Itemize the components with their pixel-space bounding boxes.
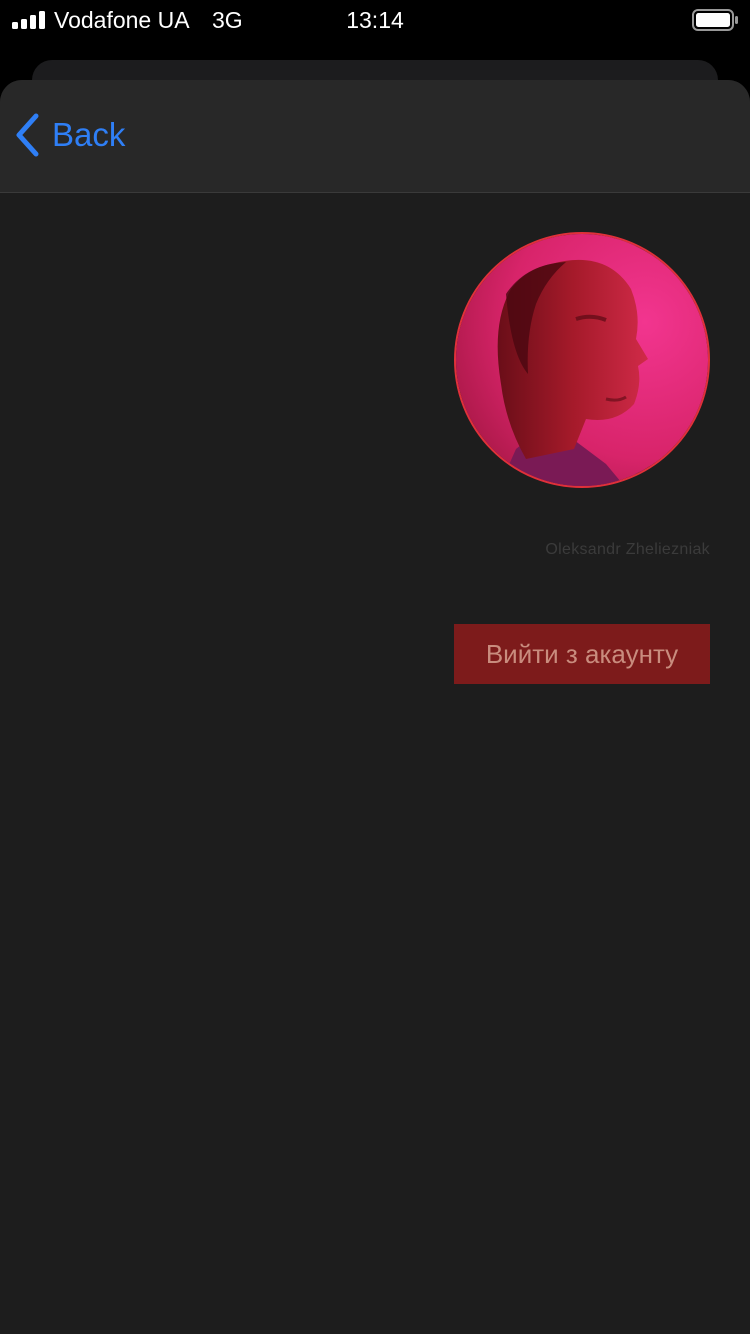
chevron-left-icon [16, 113, 39, 157]
screen: Vodafone UA 3G 13:14 Back Oleksandr Zhel… [0, 0, 750, 1334]
avatar [454, 232, 710, 488]
navigation-bar: Back [0, 80, 750, 193]
status-bar: Vodafone UA 3G 13:14 [0, 0, 750, 40]
back-button[interactable]: Back [14, 110, 125, 160]
avatar-image [456, 234, 708, 486]
profile-sheet: Back Oleksandr Zheliezniak Вийти з акаун… [0, 80, 750, 1334]
logout-button[interactable]: Вийти з акаунту [454, 624, 710, 684]
user-name: Oleksandr Zheliezniak [545, 541, 710, 558]
back-label: Back [52, 116, 126, 153]
battery-icon [692, 9, 738, 31]
status-time: 13:14 [346, 7, 404, 33]
